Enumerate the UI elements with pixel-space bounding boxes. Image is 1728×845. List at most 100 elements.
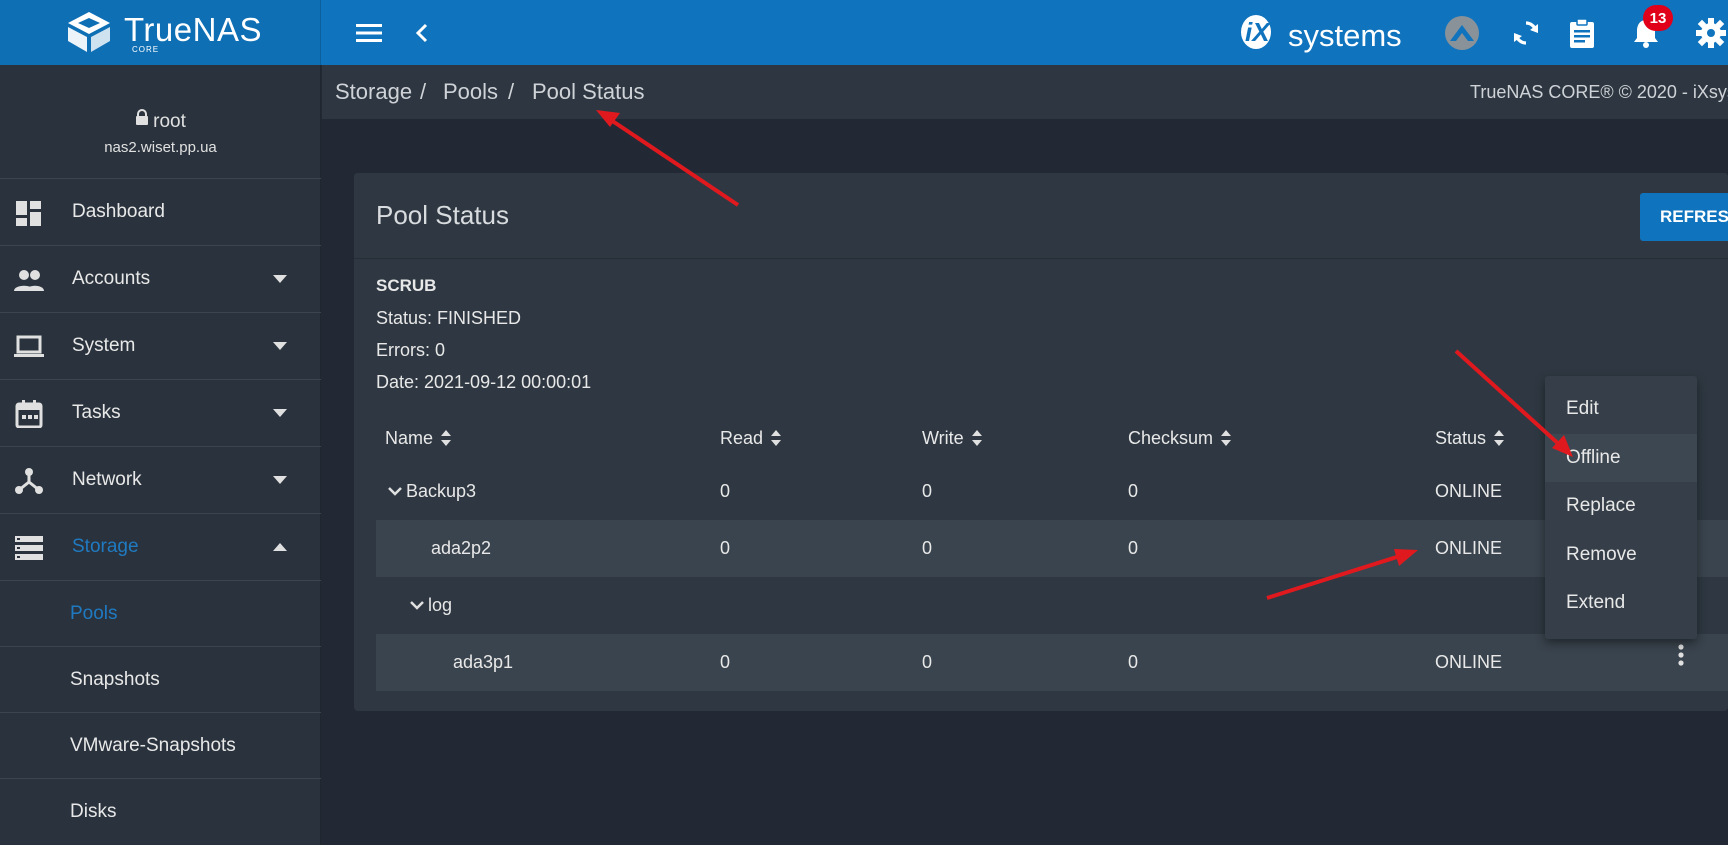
sidebar-subitem-disks[interactable]: Disks [0,779,321,845]
cell-name-text: Backup3 [406,481,477,501]
breadcrumb-storage[interactable]: Storage [335,79,412,105]
table-row[interactable]: ada2p2 0 0 0 ONLINE [376,520,1728,577]
sidebar-subitem-pools[interactable]: Pools [0,581,321,647]
cell-status: ONLINE [1435,538,1503,558]
more-options-icon[interactable] [1677,643,1685,667]
sidebar-item-label: Tasks [72,402,121,423]
cell-write: 0 [922,652,933,672]
sidebar-item-network[interactable]: Network [0,447,321,514]
column-header-status[interactable]: Status [1435,428,1505,449]
top-bar: TrueNAS CORE iX systems 13 [0,0,1728,65]
caret-up-icon [273,543,287,551]
cell-checksum: 0 [1128,652,1139,672]
caret-down-icon [273,275,287,283]
network-icon [15,468,43,494]
chevron-left-icon [415,23,428,43]
menu-item-edit[interactable]: Edit [1545,385,1697,433]
copyright-text: TrueNAS CORE® © 2020 - iXsystems, Inc. [1470,82,1728,102]
calendar-icon [15,400,43,428]
notification-badge: 13 [1643,5,1673,31]
cell-checksum: 0 [1128,481,1139,501]
column-header-label: Name [385,428,434,448]
sidebar-subitem-label: Disks [70,801,117,822]
sidebar-item-tasks[interactable]: Tasks [0,380,321,447]
sidebar-subitem-snapshots[interactable]: Snapshots [0,647,321,713]
sync-button[interactable] [1510,17,1542,49]
breadcrumb: Storage / Pools / Pool Status TrueNAS CO… [322,65,1728,119]
column-header-checksum[interactable]: Checksum [1128,428,1232,449]
pool-status-card: Pool Status REFRESH SCRUB Status: FINISH… [354,173,1728,711]
cell-status: ONLINE [1435,481,1503,501]
table-row[interactable]: ada3p1 0 0 0 ONLINE [376,634,1728,691]
caret-down-icon [273,342,287,350]
lock-icon [136,109,149,125]
table-row[interactable]: log [376,577,1728,634]
context-menu: Edit Offline Replace Remove Extend [1545,376,1697,639]
user-name-text: root [153,111,186,132]
cell-write: 0 [922,481,933,501]
menu-item-offline[interactable]: Offline [1545,434,1697,482]
breadcrumb-separator: / [420,79,427,104]
breadcrumb-pool-status: Pool Status [532,79,645,104]
user-host: nas2.wiset.pp.ua [104,139,217,156]
column-header-label: Write [922,428,964,448]
cell-checksum: 0 [1128,538,1139,558]
ixsystems-logo[interactable]: iX systems [1240,12,1402,53]
sidebar-item-label: Network [72,469,142,490]
cell-name: Backup3 [388,481,476,502]
sidebar-subitem-label: VMware-Snapshots [70,735,236,756]
menu-icon [356,24,382,42]
sidebar-item-label: Storage [72,536,139,557]
cell-status: ONLINE [1435,652,1503,672]
logo-area[interactable]: TrueNAS CORE [0,0,321,65]
storage-icon [15,536,43,560]
sort-icon [971,430,982,446]
table-row[interactable]: Backup3 0 0 0 ONLINE [376,463,1728,520]
settings-button[interactable] [1694,17,1728,49]
breadcrumb-pools[interactable]: Pools [443,79,498,105]
sidebar-subitem-vmware-snapshots[interactable]: VMware-Snapshots [0,713,321,779]
refresh-button[interactable]: REFRESH [1640,193,1728,241]
sidebar-subitem-label: Snapshots [70,669,160,690]
menu-toggle-button[interactable] [353,17,385,49]
sidebar-item-label: System [72,335,136,356]
menu-item-label: Remove [1566,544,1637,565]
cell-name: log [410,595,452,616]
column-header-label: Status [1435,428,1487,448]
user-name: root [0,109,321,133]
menu-item-label: Edit [1566,398,1599,419]
sidebar-item-system[interactable]: System [0,313,321,380]
column-header-read[interactable]: Read [720,428,782,449]
breadcrumb-separator: / [508,79,515,104]
chevron-down-icon[interactable] [410,600,424,610]
menu-item-remove[interactable]: Remove [1545,531,1697,579]
sidebar-item-label: Dashboard [72,201,165,222]
logo-text: TrueNAS [124,11,262,48]
sidebar-item-dashboard[interactable]: Dashboard [0,179,321,246]
menu-item-replace[interactable]: Replace [1545,482,1697,530]
scrub-status: Status: FINISHED [376,308,522,328]
collapse-sidebar-button[interactable] [406,17,438,49]
sidebar-item-accounts[interactable]: Accounts [0,246,321,313]
ixsystems-wordmark: systems [1288,18,1402,53]
task-manager-button[interactable] [1566,17,1598,49]
cell-read: 0 [720,652,731,672]
scrub-errors: Errors: 0 [376,340,446,360]
cell-name-text: log [428,595,453,615]
dashboard-icon [16,201,41,226]
sort-icon [1494,430,1505,446]
menu-item-label: Extend [1566,592,1626,613]
truenas-logo-icon [68,12,110,52]
sidebar-item-label: Accounts [72,268,151,289]
chevron-down-icon[interactable] [388,486,402,496]
user-block: root nas2.wiset.pp.ua [0,65,321,179]
sidebar-item-storage[interactable]: Storage [0,514,321,581]
ix-mark-text: iX [1245,17,1270,47]
truecommand-button[interactable] [1444,15,1480,51]
caret-down-icon [273,409,287,417]
column-header-name[interactable]: Name [385,428,452,449]
column-header-write[interactable]: Write [922,428,982,449]
menu-item-extend[interactable]: Extend [1545,579,1697,627]
page-title: Pool Status [376,200,509,230]
column-header-label: Checksum [1128,428,1214,448]
